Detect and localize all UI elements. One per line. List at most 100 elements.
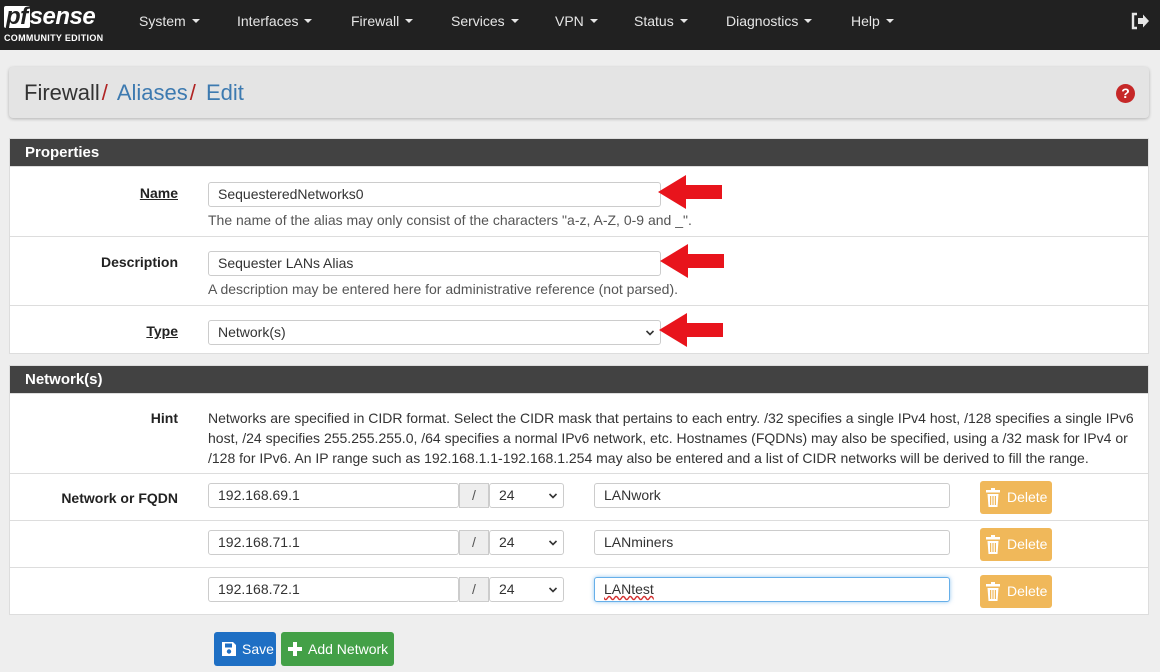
hint-row: Hint Networks are specified in CIDR form…	[10, 393, 1148, 473]
cidr-mask-value: 24	[499, 487, 515, 503]
logout-icon[interactable]	[1130, 12, 1150, 30]
caret-down-icon	[804, 19, 813, 24]
nav-firewall[interactable]: Firewall	[351, 0, 414, 42]
hint-label: Hint	[150, 410, 178, 426]
name-field[interactable]: SequesteredNetworks0	[208, 182, 661, 207]
nav-label: Status	[634, 13, 674, 29]
network-entry-row: 192.168.71.1 / 24 LANminers Delete	[10, 520, 1148, 567]
delete-label: Delete	[1007, 489, 1048, 505]
network-address-field[interactable]: 192.168.71.1	[208, 530, 459, 555]
networks-panel: Network(s) Hint Networks are specified i…	[9, 365, 1149, 615]
nav-help[interactable]: Help	[851, 0, 894, 42]
trash-icon	[986, 582, 1000, 601]
annotation-arrow-icon	[658, 175, 722, 209]
save-label: Save	[242, 641, 274, 657]
nav-label: Firewall	[351, 13, 400, 29]
nav-interfaces[interactable]: Interfaces	[237, 0, 313, 42]
logo-edition: COMMUNITY EDITION	[4, 33, 104, 43]
caret-down-icon	[510, 19, 519, 24]
nav-label: Interfaces	[237, 13, 299, 29]
network-entry-row: 192.168.72.1 / 24 LANtest Delete	[10, 567, 1148, 614]
breadcrumb-aliases-link[interactable]: Aliases	[117, 80, 188, 105]
breadcrumb-firewall: Firewall	[24, 80, 100, 105]
network-address-field[interactable]: 192.168.72.1	[208, 577, 459, 602]
hint-text-line: /128 for IPv6. An IP range such as 192.1…	[208, 450, 1089, 466]
breadcrumb-edit-link[interactable]: Edit	[206, 80, 244, 105]
annotation-arrow-icon	[659, 313, 723, 347]
network-description-field[interactable]: LANwork	[594, 483, 950, 508]
hint-text-line: host, /24 specifies 255.255.255.0, /64 s…	[208, 430, 1128, 446]
delete-label: Delete	[1007, 536, 1048, 552]
type-select[interactable]: Network(s)	[208, 320, 661, 345]
type-select-value: Network(s)	[218, 324, 286, 340]
cidr-slash: /	[459, 530, 489, 555]
caret-down-icon	[405, 19, 414, 24]
name-help-text: The name of the alias may only consist o…	[208, 212, 692, 228]
add-network-label: Add Network	[308, 641, 389, 657]
chevron-down-icon	[549, 493, 557, 499]
caret-down-icon	[885, 19, 894, 24]
cidr-mask-select[interactable]: 24	[489, 577, 564, 602]
cidr-mask-select[interactable]: 24	[489, 530, 564, 555]
network-entry-row: Network or FQDN 192.168.69.1 / 24 LANwor…	[10, 473, 1148, 520]
breadcrumb: Firewall/ Aliases/ Edit	[24, 79, 244, 107]
nav-label: VPN	[555, 13, 584, 29]
chevron-down-icon	[549, 540, 557, 546]
delete-button[interactable]: Delete	[980, 481, 1052, 514]
logo-sense: sense	[29, 3, 96, 30]
network-description-value: LANtest	[604, 581, 654, 597]
save-button[interactable]: Save	[214, 632, 276, 666]
delete-button[interactable]: Delete	[980, 528, 1052, 561]
description-row: Description Sequester LANs Alias A descr…	[10, 236, 1148, 305]
network-or-fqdn-label: Network or FQDN	[61, 490, 178, 506]
cidr-mask-value: 24	[499, 581, 515, 597]
delete-label: Delete	[1007, 583, 1048, 599]
breadcrumb-bar: Firewall/ Aliases/ Edit ?	[9, 67, 1149, 118]
breadcrumb-separator: /	[189, 80, 196, 105]
description-label: Description	[100, 254, 178, 270]
trash-icon	[986, 535, 1000, 554]
nav-label: Help	[851, 13, 880, 29]
nav-label: System	[139, 13, 186, 29]
annotation-arrow-icon	[660, 244, 724, 278]
help-icon[interactable]: ?	[1116, 84, 1135, 103]
trash-icon	[986, 488, 1000, 507]
properties-panel: Properties Name SequesteredNetworks0 The…	[9, 138, 1149, 354]
name-label: Name	[139, 185, 178, 201]
chevron-down-icon	[549, 587, 557, 593]
nav-vpn[interactable]: VPN	[555, 0, 598, 42]
pfsense-logo[interactable]: pfsense COMMUNITY EDITION	[4, 4, 112, 44]
breadcrumb-separator: /	[101, 80, 108, 105]
top-navbar: pfsense COMMUNITY EDITION System Interfa…	[0, 0, 1160, 50]
description-field[interactable]: Sequester LANs Alias	[208, 251, 661, 276]
delete-button[interactable]: Delete	[980, 575, 1052, 608]
hint-text-line: Networks are specified in CIDR format. S…	[208, 410, 1134, 426]
properties-header: Properties	[10, 139, 1148, 166]
logo-pf: pf	[4, 3, 30, 30]
caret-down-icon	[304, 19, 313, 24]
networks-header: Network(s)	[10, 366, 1148, 393]
description-help-text: A description may be entered here for ad…	[208, 281, 679, 297]
caret-down-icon	[589, 19, 598, 24]
nav-status[interactable]: Status	[634, 0, 688, 42]
nav-label: Diagnostics	[726, 13, 799, 29]
nav-label: Services	[451, 13, 505, 29]
network-address-field[interactable]: 192.168.69.1	[208, 483, 459, 508]
network-description-field[interactable]: LANminers	[594, 530, 950, 555]
nav-diagnostics[interactable]: Diagnostics	[726, 0, 813, 42]
name-row: Name SequesteredNetworks0 The name of th…	[10, 166, 1148, 236]
nav-services[interactable]: Services	[451, 0, 519, 42]
cidr-mask-select[interactable]: 24	[489, 483, 564, 508]
chevron-down-icon	[646, 330, 654, 336]
type-row: Type Network(s)	[10, 305, 1148, 353]
nav-system[interactable]: System	[139, 0, 200, 42]
network-description-field[interactable]: LANtest	[594, 577, 950, 602]
plus-icon	[288, 642, 302, 656]
cidr-slash: /	[459, 483, 489, 508]
floppy-disk-icon	[222, 642, 236, 656]
cidr-slash: /	[459, 577, 489, 602]
caret-down-icon	[191, 19, 200, 24]
add-network-button[interactable]: Add Network	[281, 632, 394, 666]
cidr-mask-value: 24	[499, 534, 515, 550]
caret-down-icon	[679, 19, 688, 24]
